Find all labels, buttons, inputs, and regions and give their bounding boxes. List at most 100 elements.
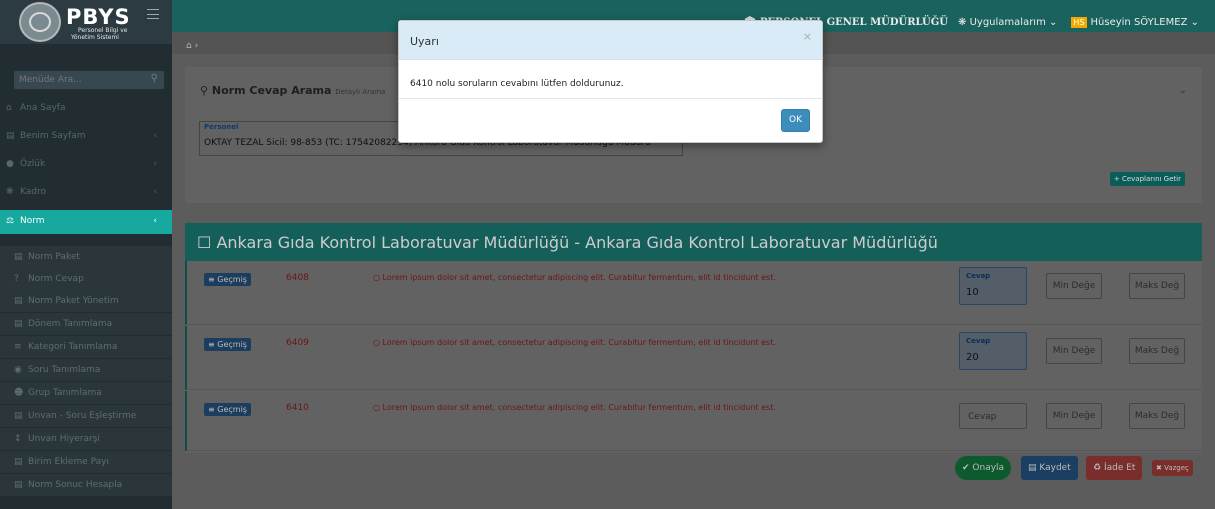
max-value-field[interactable]: Maks Değ — [1129, 338, 1185, 364]
sidebar-sub-norm-cevap[interactable]: ? Norm Cevap — [0, 268, 172, 290]
calendar-icon: ▤ — [14, 296, 23, 306]
app-subtitle-1: Personel Bilgi ve — [78, 27, 128, 34]
question-text: ○ Lorem ipsum dolor sit amet, consectetu… — [373, 403, 776, 412]
question-row: ≡ Geçmiş 6408 ○ Lorem ipsum dolor sit am… — [185, 261, 1202, 325]
balance-icon: ⚖ — [6, 216, 15, 226]
answer-field[interactable]: Cevap 10 — [959, 267, 1027, 305]
close-icon[interactable]: × — [803, 30, 812, 43]
checkbox-icon: ☐ — [197, 233, 217, 252]
emblem-icon — [19, 2, 61, 42]
sidebar-item-ozluk[interactable]: ● Özlük ‹ — [0, 153, 172, 175]
save-button[interactable]: ▤ Kaydet — [1021, 456, 1078, 480]
calendar-icon: ▤ — [14, 457, 23, 467]
question-number: 6408 — [286, 273, 309, 283]
modal-title: Uyarı — [410, 35, 439, 48]
max-value-field[interactable]: Maks Değ — [1129, 273, 1185, 299]
question-row: ≡ Geçmiş 6409 ○ Lorem ipsum dolor sit am… — [185, 326, 1202, 390]
max-value-field[interactable]: Maks Değ — [1129, 403, 1185, 429]
history-button[interactable]: ≡ Geçmiş — [204, 273, 251, 286]
history-button[interactable]: ≡ Geçmiş — [204, 403, 251, 416]
users-icon: ☻ — [14, 388, 24, 398]
min-value-field[interactable]: Min Değe — [1046, 338, 1102, 364]
search-icon[interactable]: ⚲ — [151, 73, 158, 84]
approve-button[interactable]: ✔ Onayla — [955, 456, 1012, 480]
results-panel: ☐ Ankara Gıda Kontrol Laboratuvar Müdürl… — [185, 223, 1202, 453]
chevron-down-icon: ⌄ — [1190, 16, 1199, 28]
question-number: 6410 — [286, 403, 309, 413]
chevron-left-icon: ‹ — [153, 187, 157, 197]
sidebar-item-benim-sayfam[interactable]: ▤ Benim Sayfam ‹ — [0, 125, 172, 147]
min-value-field[interactable]: Min Değe — [1046, 273, 1102, 299]
question-icon: ? — [14, 274, 19, 284]
personel-label: Personel — [204, 123, 239, 131]
sidebar: PBYS Personel Bilgi ve Yönetim Sistemi ⚲… — [0, 0, 172, 509]
apps-icon: ❋ — [958, 16, 970, 28]
return-button[interactable]: ♻ İade Et — [1086, 456, 1143, 480]
sitemap-icon: ❋ — [6, 187, 14, 197]
calendar-icon: ▤ — [14, 480, 23, 490]
calendar-icon: ▤ — [14, 411, 23, 421]
circle-icon: ○ — [373, 403, 383, 412]
results-title: ☐ Ankara Gıda Kontrol Laboratuvar Müdürl… — [185, 223, 1202, 261]
check-icon: ✔ — [962, 463, 973, 473]
list-icon: ≡ — [14, 342, 22, 352]
apps-menu[interactable]: ❋ Uygulamalarım ⌄ — [958, 17, 1057, 28]
hamburger-icon[interactable] — [147, 9, 159, 19]
question-text: ○ Lorem ipsum dolor sit amet, consectetu… — [373, 273, 776, 282]
list-icon: ≡ — [208, 340, 218, 349]
answer-field[interactable]: Cevap 20 — [959, 332, 1027, 370]
sidebar-sub-norm-paket[interactable]: ▤ Norm Paket — [0, 246, 172, 268]
history-button[interactable]: ≡ Geçmiş — [204, 338, 251, 351]
calendar-icon: ▤ — [14, 319, 23, 329]
sidebar-sub-soru[interactable]: ◉ Soru Tanımlama — [0, 359, 172, 381]
list-icon: ≡ — [208, 405, 218, 414]
modal-footer: OK — [399, 98, 822, 143]
sidebar-sub-kategori[interactable]: ≡ Kategori Tanımlama — [0, 336, 172, 358]
home-icon[interactable]: ⌂ — [186, 41, 192, 51]
sidebar-sub-unvan-hiyerarsi[interactable]: ↕ Unvan Hiyerarşi — [0, 428, 172, 450]
question-circle-icon: ◉ — [14, 365, 22, 375]
search-panel-title: ⚲ Norm Cevap Arama Detaylı Arama — [200, 84, 386, 97]
chevron-left-icon: ‹ — [153, 159, 157, 169]
logo: PBYS Personel Bilgi ve Yönetim Sistemi — [0, 0, 172, 44]
app-title: PBYS — [66, 5, 131, 29]
calendar-icon: ▤ — [6, 131, 15, 141]
chevron-left-icon: ‹ — [153, 216, 157, 226]
app-subtitle-2: Yönetim Sistemi — [71, 34, 119, 41]
sidebar-item-norm[interactable]: ⚖ Norm ‹ — [0, 210, 172, 234]
chevron-down-icon: ⌄ — [1049, 16, 1058, 28]
cancel-button[interactable]: ✖ Vazgeç — [1152, 460, 1193, 476]
answer-field[interactable]: Cevap — [959, 403, 1027, 429]
circle-icon: ○ — [373, 273, 383, 282]
question-row: ≡ Geçmiş 6410 ○ Lorem ipsum dolor sit am… — [185, 391, 1202, 451]
min-value-field[interactable]: Min Değe — [1046, 403, 1102, 429]
search-icon: ⚲ — [200, 84, 212, 97]
circle-icon: ○ — [373, 338, 383, 347]
menu-search-input[interactable] — [14, 71, 139, 89]
fetch-answers-button[interactable]: + Cevaplarını Getir — [1109, 172, 1185, 186]
save-icon: ▤ — [1028, 463, 1040, 473]
ok-button[interactable]: OK — [781, 109, 810, 132]
list-icon: ≡ — [208, 275, 218, 284]
modal-header: Uyarı × — [399, 21, 822, 60]
recycle-icon: ♻ — [1093, 463, 1104, 473]
sidebar-sub-norm-sonuc[interactable]: ▤ Norm Sonuc Hesapla — [0, 474, 172, 496]
avatar: HS — [1071, 16, 1087, 28]
sidebar-item-kadro[interactable]: ❋ Kadro ‹ — [0, 181, 172, 203]
calendar-icon: ▤ — [14, 252, 23, 262]
sidebar-sub-grup[interactable]: ☻ Grup Tanımlama — [0, 382, 172, 404]
collapse-chevron-icon[interactable]: ⌄ — [1179, 85, 1187, 96]
user-menu[interactable]: HS Hüseyin SÖYLEMEZ ⌄ — [1071, 16, 1199, 28]
alert-modal: Uyarı × 6410 nolu soruların cevabını lüt… — [398, 20, 823, 143]
menu-search: ⚲ — [14, 71, 164, 89]
sidebar-sub-norm-paket-yonetim[interactable]: ▤ Norm Paket Yönetim — [0, 290, 172, 312]
user-icon: ● — [6, 159, 14, 169]
sidebar-sub-birim-ekleme[interactable]: ▤ Birim Ekleme Payı — [0, 451, 172, 473]
question-number: 6409 — [286, 338, 309, 348]
sidebar-sub-donem[interactable]: ▤ Dönem Tanımlama — [0, 313, 172, 335]
chevron-left-icon: ‹ — [153, 131, 157, 141]
sidebar-item-ana-sayfa[interactable]: ⌂ Ana Sayfa — [0, 97, 172, 119]
close-icon: ✖ — [1156, 464, 1165, 472]
home-icon: ⌂ — [6, 103, 12, 113]
sidebar-sub-unvan-soru[interactable]: ▤ Unvan - Soru Eşleştirme — [0, 405, 172, 427]
